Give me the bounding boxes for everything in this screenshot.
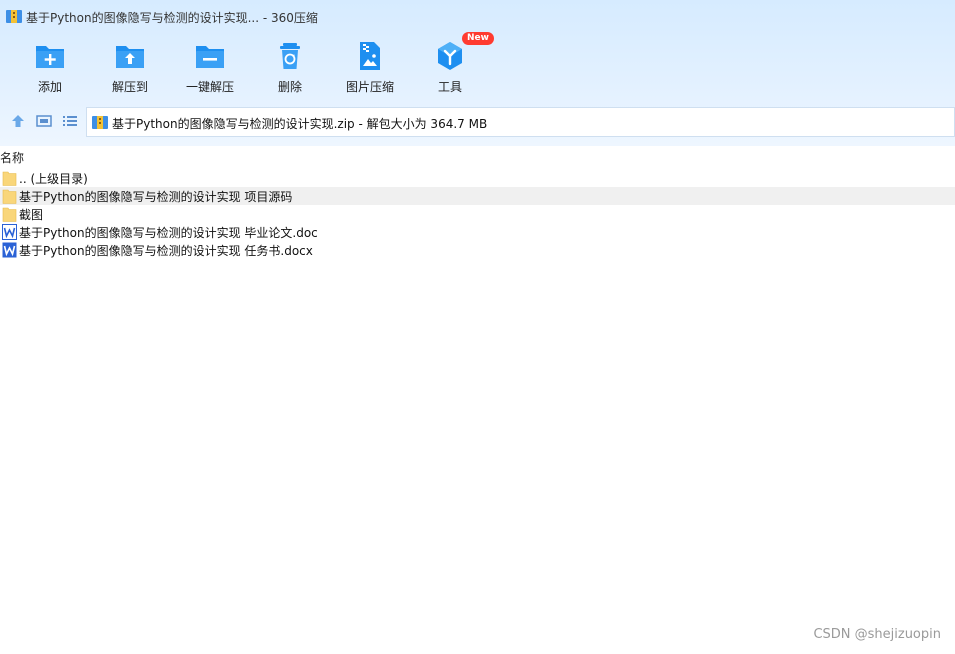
extract-to-icon (116, 46, 144, 68)
image-compress-button[interactable]: 图片压缩 (330, 36, 410, 98)
archive-file-icon (92, 116, 108, 129)
delete-icon (280, 43, 300, 69)
add-folder-icon (36, 46, 64, 68)
address-bar[interactable]: 基于Python的图像隐写与检测的设计实现.zip - 解包大小为 364.7 … (86, 107, 955, 137)
one-click-extract-button[interactable]: 一键解压 (170, 36, 250, 98)
folder-icon (2, 171, 17, 186)
tools-button[interactable]: New 工具 (410, 32, 494, 98)
navigation-bar: 基于Python的图像隐写与检测的设计实现.zip - 解包大小为 364.7 … (0, 105, 955, 139)
one-click-extract-icon (196, 46, 224, 68)
up-arrow-icon[interactable] (9, 112, 27, 130)
top-panel: 基于Python的图像隐写与检测的设计实现... - 360压缩 添加 解压到 (0, 0, 955, 146)
column-name-header[interactable]: 名称 (0, 149, 24, 166)
watermark-text: CSDN @shejizuopin (813, 627, 941, 642)
list-item[interactable]: 基于Python的图像隐写与检测的设计实现 毕业论文.doc (0, 223, 955, 241)
file-list: .. (上级目录) 基于Python的图像隐写与检测的设计实现 项目源码 截图 … (0, 169, 955, 259)
folder-icon (2, 189, 17, 204)
word-docx-icon (2, 242, 17, 258)
tools-icon (438, 42, 462, 70)
window-title: 基于Python的图像隐写与检测的设计实现... - 360压缩 (26, 11, 318, 25)
list-item[interactable]: .. (上级目录) (0, 169, 955, 187)
toolbar: 添加 解压到 一键解压 删除 图片压缩 New 工具 (10, 32, 494, 98)
thumbnail-view-icon[interactable] (35, 112, 53, 130)
add-button[interactable]: 添加 (10, 36, 90, 98)
list-view-icon[interactable] (61, 112, 79, 130)
list-item[interactable]: 基于Python的图像隐写与检测的设计实现 任务书.docx (0, 241, 955, 259)
archive-path: 基于Python的图像隐写与检测的设计实现.zip - 解包大小为 364.7 … (112, 117, 488, 131)
new-badge: New (462, 32, 494, 45)
list-item[interactable]: 基于Python的图像隐写与检测的设计实现 项目源码 (0, 187, 955, 205)
column-header: 名称 (0, 146, 955, 168)
title-bar: 基于Python的图像隐写与检测的设计实现... - 360压缩 (0, 0, 955, 32)
folder-icon (2, 207, 17, 222)
list-item[interactable]: 截图 (0, 205, 955, 223)
delete-button[interactable]: 删除 (250, 36, 330, 98)
image-compress-icon (360, 42, 380, 70)
word-doc-icon (2, 224, 17, 240)
extract-to-button[interactable]: 解压到 (90, 36, 170, 98)
archive-app-icon (6, 10, 22, 23)
